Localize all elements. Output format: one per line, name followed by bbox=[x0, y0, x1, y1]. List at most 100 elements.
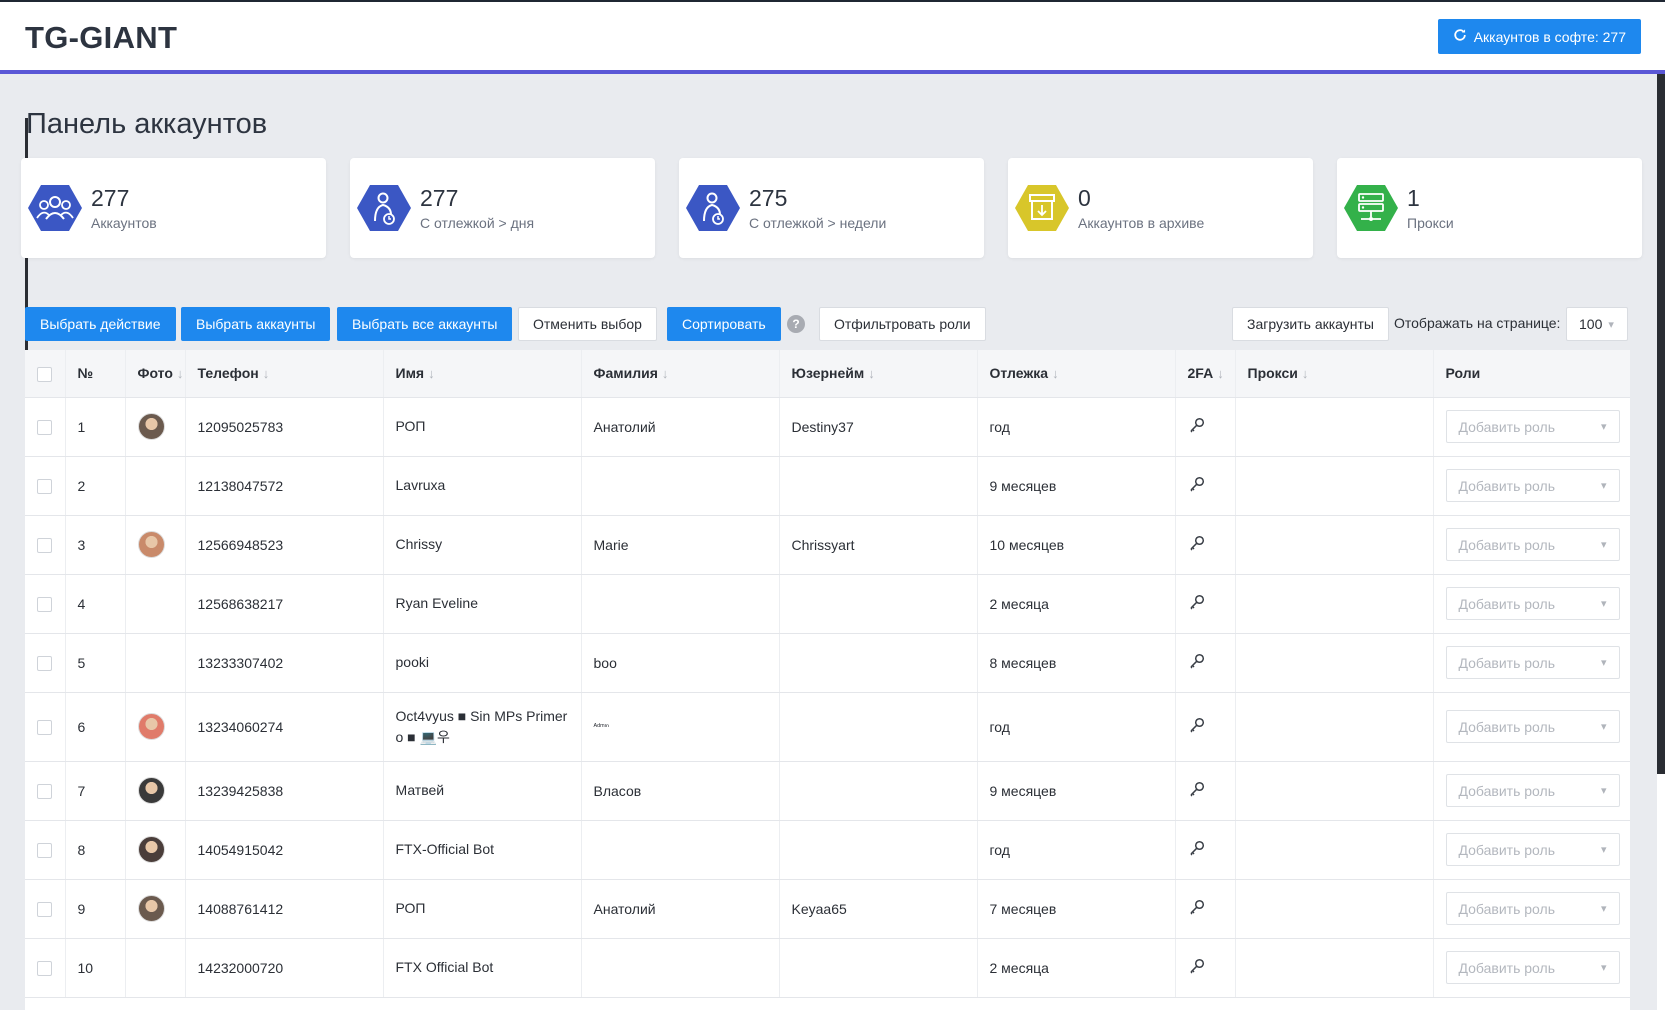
add-role-select[interactable]: Добавить роль ▾ bbox=[1445, 646, 1620, 679]
key-icon[interactable] bbox=[1188, 781, 1206, 801]
add-role-select[interactable]: Добавить роль ▾ bbox=[1445, 528, 1620, 561]
cell-name: РОП bbox=[383, 397, 582, 457]
cell-age: 10 месяцев bbox=[977, 515, 1176, 575]
row-checkbox[interactable] bbox=[37, 478, 52, 494]
column-header-name[interactable]: Имя ↓ bbox=[383, 350, 582, 398]
table-row[interactable]: 2 12138047572 Lavruxa 9 месяцев Добавить рол… bbox=[25, 456, 1630, 516]
table-row[interactable]: 6 13234060274 Oct4vyus ■ Sin MPs Primer o … bbox=[25, 692, 1630, 762]
table-row[interactable]: 5 13233307402 pooki boo 8 месяцев Добавить ро… bbox=[25, 633, 1630, 693]
cell-username bbox=[779, 574, 978, 634]
add-role-select[interactable]: Добавить роль ▾ bbox=[1445, 833, 1620, 866]
cell-roles: Добавить роль ▾ bbox=[1433, 692, 1630, 762]
chevron-down-icon: ▾ bbox=[1600, 844, 1607, 856]
per-page-label: Отображать на странице: bbox=[1394, 315, 1561, 331]
filter-roles-button[interactable]: Отфильтровать роли bbox=[819, 307, 986, 341]
choose-all-accounts-button[interactable]: Выбрать все аккаунты bbox=[337, 307, 513, 341]
add-role-placeholder: Добавить роль bbox=[1458, 718, 1556, 735]
column-header-2fa[interactable]: 2FA ↓ bbox=[1175, 350, 1236, 398]
stat-card-accounts: 277 Аккаунтов bbox=[21, 158, 326, 258]
sort-arrow-icon[interactable]: ↓ bbox=[662, 366, 669, 381]
row-checkbox[interactable] bbox=[37, 655, 52, 671]
row-checkbox[interactable] bbox=[37, 719, 52, 735]
key-icon[interactable] bbox=[1188, 840, 1206, 860]
table-row[interactable]: 10 14232000720 FTX Official Bot 2 месяца Доб… bbox=[25, 938, 1630, 998]
cell-surname bbox=[581, 820, 780, 880]
add-role-select[interactable]: Добавить роль ▾ bbox=[1445, 774, 1620, 807]
add-role-placeholder: Добавить роль bbox=[1458, 536, 1556, 553]
key-icon[interactable] bbox=[1188, 899, 1206, 919]
chevron-down-icon: ▾ bbox=[1600, 721, 1607, 733]
scrollbar-thumb[interactable] bbox=[1657, 74, 1665, 774]
key-icon[interactable] bbox=[1188, 717, 1206, 737]
add-role-placeholder: Добавить роль bbox=[1458, 477, 1556, 494]
row-checkbox[interactable] bbox=[37, 419, 52, 435]
add-role-select[interactable]: Добавить роль ▾ bbox=[1445, 710, 1620, 743]
help-icon[interactable]: ? bbox=[787, 315, 805, 333]
cell-name: Oct4vyus ■ Sin MPs Primer o ■ 💻우 bbox=[383, 692, 582, 762]
choose-action-button[interactable]: Выбрать действие bbox=[25, 307, 176, 341]
cell-roles: Добавить роль ▾ bbox=[1433, 938, 1630, 998]
row-checkbox[interactable] bbox=[37, 783, 52, 799]
accounts-table: № Фото ↓ Телефон ↓ Имя ↓ Фамилия ↓ Юзернейм ↓… bbox=[25, 350, 1630, 1010]
key-icon[interactable] bbox=[1188, 653, 1206, 673]
row-checkbox[interactable] bbox=[37, 842, 52, 858]
avatar[interactable] bbox=[137, 413, 165, 440]
accounts-in-software-button[interactable]: Аккаунтов в софте: 277 bbox=[1437, 19, 1641, 54]
cell-proxy bbox=[1235, 938, 1434, 998]
avatar[interactable] bbox=[137, 713, 165, 740]
sort-arrow-icon[interactable]: ↓ bbox=[1217, 366, 1224, 381]
table-row[interactable]: 3 12566948523 Chrissy Marie Chrissyart 10 мес… bbox=[25, 515, 1630, 575]
table-row[interactable]: 9 14088761412 РОП Анатолий Keyaa65 7 месяцев Д… bbox=[25, 879, 1630, 939]
add-role-placeholder: Добавить роль bbox=[1458, 841, 1556, 858]
sort-arrow-icon[interactable]: ↓ bbox=[1052, 366, 1059, 381]
cell-age: год bbox=[977, 820, 1176, 880]
avatar[interactable] bbox=[137, 777, 165, 804]
avatar[interactable] bbox=[137, 836, 165, 863]
key-icon[interactable] bbox=[1188, 535, 1206, 555]
column-header-username[interactable]: Юзернейм ↓ bbox=[779, 350, 978, 398]
column-header-age[interactable]: Отлежка ↓ bbox=[977, 350, 1176, 398]
table-row[interactable]: 1 12095025783 РОП Анатолий Destiny37 год Добав… bbox=[25, 397, 1630, 457]
key-icon[interactable] bbox=[1188, 476, 1206, 496]
key-icon[interactable] bbox=[1188, 958, 1206, 978]
row-checkbox[interactable] bbox=[37, 901, 52, 917]
add-role-select[interactable]: Добавить роль ▾ bbox=[1445, 587, 1620, 620]
add-role-select[interactable]: Добавить роль ▾ bbox=[1445, 892, 1620, 925]
row-select-cell bbox=[25, 515, 66, 575]
add-role-select[interactable]: Добавить роль ▾ bbox=[1445, 469, 1620, 502]
table-row[interactable]: 8 14054915042 FTX-Official Bot год Добавить … bbox=[25, 820, 1630, 880]
sort-arrow-icon[interactable]: ↓ bbox=[868, 366, 875, 381]
add-role-select[interactable]: Добавить роль ▾ bbox=[1445, 951, 1620, 984]
cell-proxy bbox=[1235, 633, 1434, 693]
cell-photo bbox=[125, 820, 186, 880]
select-all-checkbox[interactable] bbox=[37, 366, 52, 382]
sort-button[interactable]: Сортировать bbox=[667, 307, 781, 341]
avatar[interactable] bbox=[137, 531, 165, 558]
column-header-photo[interactable]: Фото ↓ bbox=[125, 350, 186, 398]
sort-arrow-icon[interactable]: ↓ bbox=[1302, 366, 1309, 381]
column-header-proxy[interactable]: Прокси ↓ bbox=[1235, 350, 1434, 398]
choose-accounts-button[interactable]: Выбрать аккаунты bbox=[181, 307, 331, 341]
row-checkbox[interactable] bbox=[37, 960, 52, 976]
load-accounts-button[interactable]: Загрузить аккаунты bbox=[1232, 307, 1389, 341]
column-header-surname[interactable]: Фамилия ↓ bbox=[581, 350, 780, 398]
sort-arrow-icon[interactable]: ↓ bbox=[263, 366, 270, 381]
row-checkbox[interactable] bbox=[37, 596, 52, 612]
per-page-select[interactable]: 100 ▾ bbox=[1566, 307, 1628, 341]
column-header-phone[interactable]: Телефон ↓ bbox=[185, 350, 384, 398]
sort-arrow-icon[interactable]: ↓ bbox=[428, 366, 435, 381]
stat-label: С отлежкой > недели bbox=[749, 215, 887, 231]
row-checkbox[interactable] bbox=[37, 537, 52, 553]
avatar[interactable] bbox=[137, 895, 165, 922]
cancel-selection-button[interactable]: Отменить выбор bbox=[518, 307, 657, 341]
add-role-select[interactable]: Добавить роль ▾ bbox=[1445, 410, 1620, 443]
key-icon[interactable] bbox=[1188, 594, 1206, 614]
chevron-down-icon: ▾ bbox=[1600, 903, 1607, 915]
cell-surname: Анатолий bbox=[581, 397, 780, 457]
table-row[interactable]: 4 12568638217 Ryan Eveline 2 месяца Добавить… bbox=[25, 574, 1630, 634]
cell-age: 7 месяцев bbox=[977, 879, 1176, 939]
sort-arrow-icon[interactable]: ↓ bbox=[177, 366, 184, 381]
key-icon[interactable] bbox=[1188, 417, 1206, 437]
cell-name: pooki bbox=[383, 633, 582, 693]
table-row[interactable]: 7 13239425838 Матвей Власов 9 месяцев Добавит… bbox=[25, 761, 1630, 821]
